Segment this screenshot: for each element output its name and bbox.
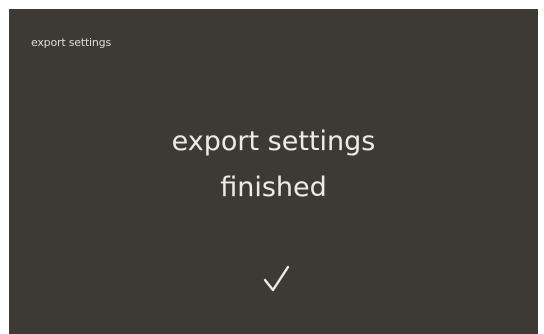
checkmark-icon [263,265,290,292]
status-message: export settings finished [9,119,538,211]
export-settings-screen: export settings export settings finished [9,9,538,334]
status-message-line-1: export settings [171,126,376,157]
screen-title: export settings [31,36,111,49]
status-message-line-2: finished [220,172,327,203]
